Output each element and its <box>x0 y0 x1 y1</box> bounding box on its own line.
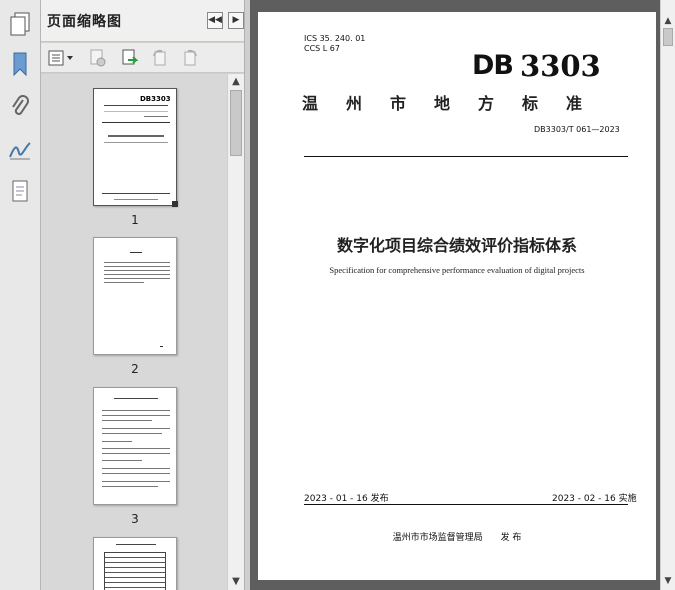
db-logo: DB <box>472 50 514 81</box>
thumbnail-page-number: 1 <box>131 213 139 227</box>
thumbnail-page-2[interactable] <box>93 237 177 355</box>
scroll-down-icon[interactable]: ▼ <box>661 574 675 588</box>
expand-panel-button[interactable]: ▶ <box>228 12 244 29</box>
scrollbar-thumb[interactable] <box>230 90 242 156</box>
left-rail <box>0 0 41 590</box>
db-code-number: 3303 <box>520 49 601 83</box>
bookmark-icon[interactable] <box>4 48 36 80</box>
standard-number: DB3303/T 061—2023 <box>534 125 620 134</box>
rotate-left-icon[interactable] <box>149 47 171 69</box>
scroll-up-icon[interactable]: ▲ <box>228 74 244 90</box>
panel-title: 页面缩略图 <box>47 14 122 30</box>
standard-type: 温 州 市 地 方 标 准 <box>302 94 589 113</box>
scroll-up-icon[interactable]: ▲ <box>661 14 675 28</box>
rotate-right-icon[interactable] <box>179 47 201 69</box>
insert-page-icon[interactable] <box>119 47 141 69</box>
thumbnail-table <box>104 552 166 590</box>
thumbnail-panel-header: 页面缩略图 ◀◀ ▶ <box>41 0 248 42</box>
scroll-down-icon[interactable]: ▼ <box>228 574 244 590</box>
ics-code: ICS 35. 240. 01 <box>304 34 366 43</box>
document-view: ICS 35. 240. 01 CCS L 67 DB 3303 温 州 市 地… <box>250 0 660 590</box>
signature-icon[interactable] <box>4 134 36 166</box>
scrollbar-thumb[interactable] <box>663 28 673 46</box>
collapse-panel-button[interactable]: ◀◀ <box>207 12 223 29</box>
implement-date: 2023 - 02 - 16 实施 <box>552 494 637 504</box>
ccs-code: CCS L 67 <box>304 44 340 53</box>
thumbnail-scrollbar[interactable]: ▲ ▼ <box>227 74 244 590</box>
thumbnail-page-1[interactable]: DB3303 <box>93 88 177 206</box>
thumbnail-page-number: 3 <box>131 512 139 526</box>
issuer: 温州市市场监督管理局 发 布 <box>392 533 522 543</box>
page-thumbnails-icon[interactable] <box>4 8 36 40</box>
thumbnail-page-number: 2 <box>131 362 139 376</box>
document-layers-icon[interactable] <box>4 176 36 208</box>
attachment-icon[interactable] <box>4 92 36 124</box>
thumbnail-page-1-handle[interactable] <box>172 201 178 207</box>
footer-rule <box>304 504 628 505</box>
delete-page-icon[interactable] <box>87 47 109 69</box>
issue-date: 2023 - 01 - 16 发布 <box>304 494 389 504</box>
thumbnail-list: DB3303 1 2 3 <box>41 74 227 590</box>
document-page: ICS 35. 240. 01 CCS L 67 DB 3303 温 州 市 地… <box>258 12 656 580</box>
document-title-cn: 数字化项目综合绩效评价指标体系 <box>336 236 577 255</box>
thumbnail-toolbar <box>41 43 248 73</box>
options-menu-icon[interactable] <box>47 47 77 69</box>
header-rule <box>304 156 628 157</box>
document-scrollbar[interactable]: ▲ ▼ <box>660 0 675 590</box>
document-title-en: Specification for comprehensive performa… <box>329 265 585 275</box>
thumbnail-page-4[interactable] <box>93 537 177 590</box>
thumbnail-page-3[interactable] <box>93 387 177 505</box>
